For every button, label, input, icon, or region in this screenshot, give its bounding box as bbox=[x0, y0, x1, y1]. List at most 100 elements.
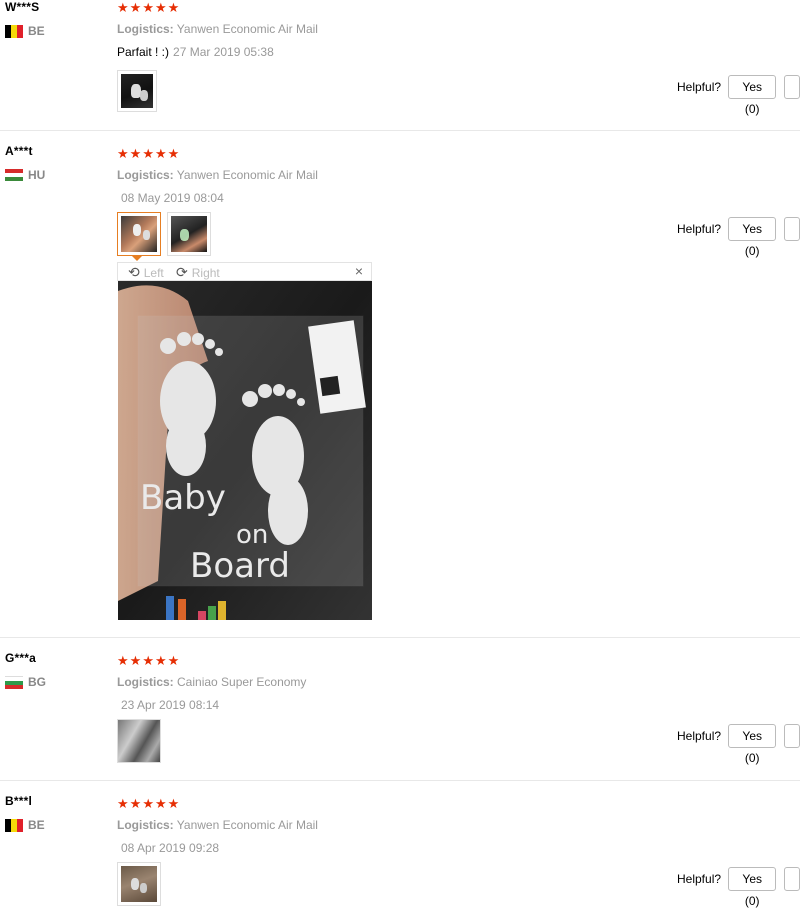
review-item: B***l BE ★ ★ ★ ★ ★ Logistics: Yanwen Economi… bbox=[0, 780, 800, 908]
star-rating: ★ ★ ★ ★ ★ bbox=[117, 146, 180, 161]
helpful-vote: Helpful? Yes (0) bbox=[677, 724, 800, 765]
country-code: BE bbox=[28, 818, 45, 832]
star-rating: ★ ★ ★ ★ ★ bbox=[117, 653, 180, 668]
helpful-no-button[interactable] bbox=[784, 217, 800, 241]
reviewer-country: HU bbox=[5, 168, 45, 182]
logistics-value: Yanwen Economic Air Mail bbox=[176, 168, 318, 182]
reviewer-name: B***l bbox=[5, 794, 33, 808]
helpful-yes-button[interactable]: Yes (0) bbox=[728, 75, 777, 116]
star-icon: ★ bbox=[167, 0, 180, 15]
country-code: BE bbox=[28, 24, 45, 38]
star-icon: ★ bbox=[117, 0, 129, 15]
logistics-label: Logistics: bbox=[117, 675, 174, 689]
star-icon: ★ bbox=[142, 796, 154, 811]
review-item: W***S BE ★ ★ ★ ★ ★ Logistics: Yanwen Economi… bbox=[0, 0, 800, 131]
hungary-flag-icon bbox=[5, 168, 23, 182]
bulgaria-flag-icon bbox=[5, 675, 23, 689]
rotate-right-label: Right bbox=[191, 265, 220, 280]
helpful-vote: Helpful? Yes (0) bbox=[677, 867, 800, 908]
review-feedback: Parfait ! :) 27 Mar 2019 05:38 bbox=[117, 45, 274, 59]
helpful-yes-button[interactable]: Yes (0) bbox=[728, 724, 777, 765]
review-date: 23 Apr 2019 08:14 bbox=[121, 698, 220, 712]
star-icon: ★ bbox=[167, 146, 180, 161]
star-icon: ★ bbox=[129, 0, 142, 15]
rotate-left-label: Left bbox=[143, 265, 164, 280]
star-rating: ★ ★ ★ ★ ★ bbox=[117, 0, 180, 15]
review-date: 27 Mar 2019 05:38 bbox=[173, 45, 274, 59]
star-icon: ★ bbox=[167, 796, 180, 811]
helpful-vote: Helpful? Yes (0) bbox=[677, 75, 800, 116]
reviewer-info: W***S BE bbox=[5, 0, 45, 38]
helpful-label: Helpful? bbox=[677, 80, 722, 94]
logistics-value: Cainiao Super Economy bbox=[177, 675, 307, 689]
rotate-left-button[interactable]: ⟲ Left bbox=[128, 264, 164, 281]
logistics-value: Yanwen Economic Air Mail bbox=[176, 22, 318, 36]
reviewer-country: BG bbox=[5, 675, 46, 689]
review-photos bbox=[117, 719, 161, 763]
rotate-right-icon: ⟳ bbox=[176, 264, 188, 280]
reviewer-info: G***a BG bbox=[5, 651, 46, 689]
review-text: Parfait ! :) bbox=[117, 45, 170, 59]
review-photo-thumbnail[interactable] bbox=[117, 212, 161, 261]
logistics-info: Logistics: Cainiao Super Economy bbox=[117, 675, 306, 689]
reviewer-country: BE bbox=[5, 24, 45, 38]
rotate-left-icon: ⟲ bbox=[128, 264, 140, 280]
star-icon: ★ bbox=[142, 653, 154, 668]
logistics-info: Logistics: Yanwen Economic Air Mail bbox=[117, 22, 318, 36]
helpful-label: Helpful? bbox=[677, 729, 722, 743]
review-photo-thumbnail[interactable] bbox=[167, 212, 211, 256]
review-item: G***a BG ★ ★ ★ ★ ★ Logistics: Cainiao Super … bbox=[0, 637, 800, 781]
review-photos bbox=[117, 70, 157, 112]
belgium-flag-icon bbox=[5, 818, 23, 832]
review-photo-enlarged: Baby on Board bbox=[118, 281, 372, 620]
helpful-label: Helpful? bbox=[677, 222, 722, 236]
helpful-yes-button[interactable]: Yes (0) bbox=[728, 217, 777, 258]
reviewer-name: G***a bbox=[5, 651, 37, 665]
review-photos bbox=[117, 212, 211, 261]
sticker-text-board: Board bbox=[190, 546, 290, 586]
image-viewer-toolbar: ⟲ Left ⟳ Right × bbox=[117, 262, 372, 281]
review-date: 08 May 2019 08:04 bbox=[121, 191, 224, 205]
review-feedback: 08 Apr 2019 09:28 bbox=[117, 841, 219, 855]
logistics-label: Logistics: bbox=[117, 818, 174, 832]
reviewer-name: W***S bbox=[5, 0, 40, 14]
logistics-info: Logistics: Yanwen Economic Air Mail bbox=[117, 168, 318, 182]
logistics-label: Logistics: bbox=[117, 168, 174, 182]
star-icon: ★ bbox=[129, 146, 142, 161]
review-photo-thumbnail[interactable] bbox=[117, 70, 157, 112]
helpful-no-button[interactable] bbox=[784, 724, 800, 748]
country-code: BG bbox=[28, 675, 46, 689]
review-feedback: 23 Apr 2019 08:14 bbox=[117, 698, 219, 712]
star-icon: ★ bbox=[154, 796, 167, 811]
logistics-info: Logistics: Yanwen Economic Air Mail bbox=[117, 818, 318, 832]
helpful-vote: Helpful? Yes (0) bbox=[677, 217, 800, 258]
review-photo-thumbnail[interactable] bbox=[117, 719, 161, 763]
sticker-text-baby: Baby bbox=[140, 478, 226, 518]
star-icon: ★ bbox=[117, 146, 129, 161]
helpful-label: Helpful? bbox=[677, 872, 722, 886]
review-feedback: 08 May 2019 08:04 bbox=[117, 191, 224, 205]
review-date: 08 Apr 2019 09:28 bbox=[121, 841, 220, 855]
star-icon: ★ bbox=[142, 0, 154, 15]
star-icon: ★ bbox=[154, 0, 167, 15]
review-photos bbox=[117, 862, 161, 906]
review-photo-thumbnail[interactable] bbox=[117, 862, 161, 906]
rotate-right-button[interactable]: ⟳ Right bbox=[176, 264, 220, 281]
star-icon: ★ bbox=[117, 796, 129, 811]
star-rating: ★ ★ ★ ★ ★ bbox=[117, 796, 180, 811]
logistics-value: Yanwen Economic Air Mail bbox=[176, 818, 318, 832]
helpful-no-button[interactable] bbox=[784, 867, 800, 891]
star-icon: ★ bbox=[129, 796, 142, 811]
logistics-label: Logistics: bbox=[117, 22, 174, 36]
star-icon: ★ bbox=[167, 653, 180, 668]
star-icon: ★ bbox=[154, 653, 167, 668]
close-icon[interactable]: × bbox=[355, 263, 363, 279]
helpful-no-button[interactable] bbox=[784, 75, 800, 99]
country-code: HU bbox=[28, 168, 46, 182]
reviewer-info: A***t HU bbox=[5, 144, 45, 182]
helpful-yes-button[interactable]: Yes (0) bbox=[728, 867, 777, 908]
star-icon: ★ bbox=[129, 653, 142, 668]
star-icon: ★ bbox=[154, 146, 167, 161]
baby-on-board-sticker-photo: Baby on Board bbox=[118, 281, 372, 620]
star-icon: ★ bbox=[142, 146, 154, 161]
